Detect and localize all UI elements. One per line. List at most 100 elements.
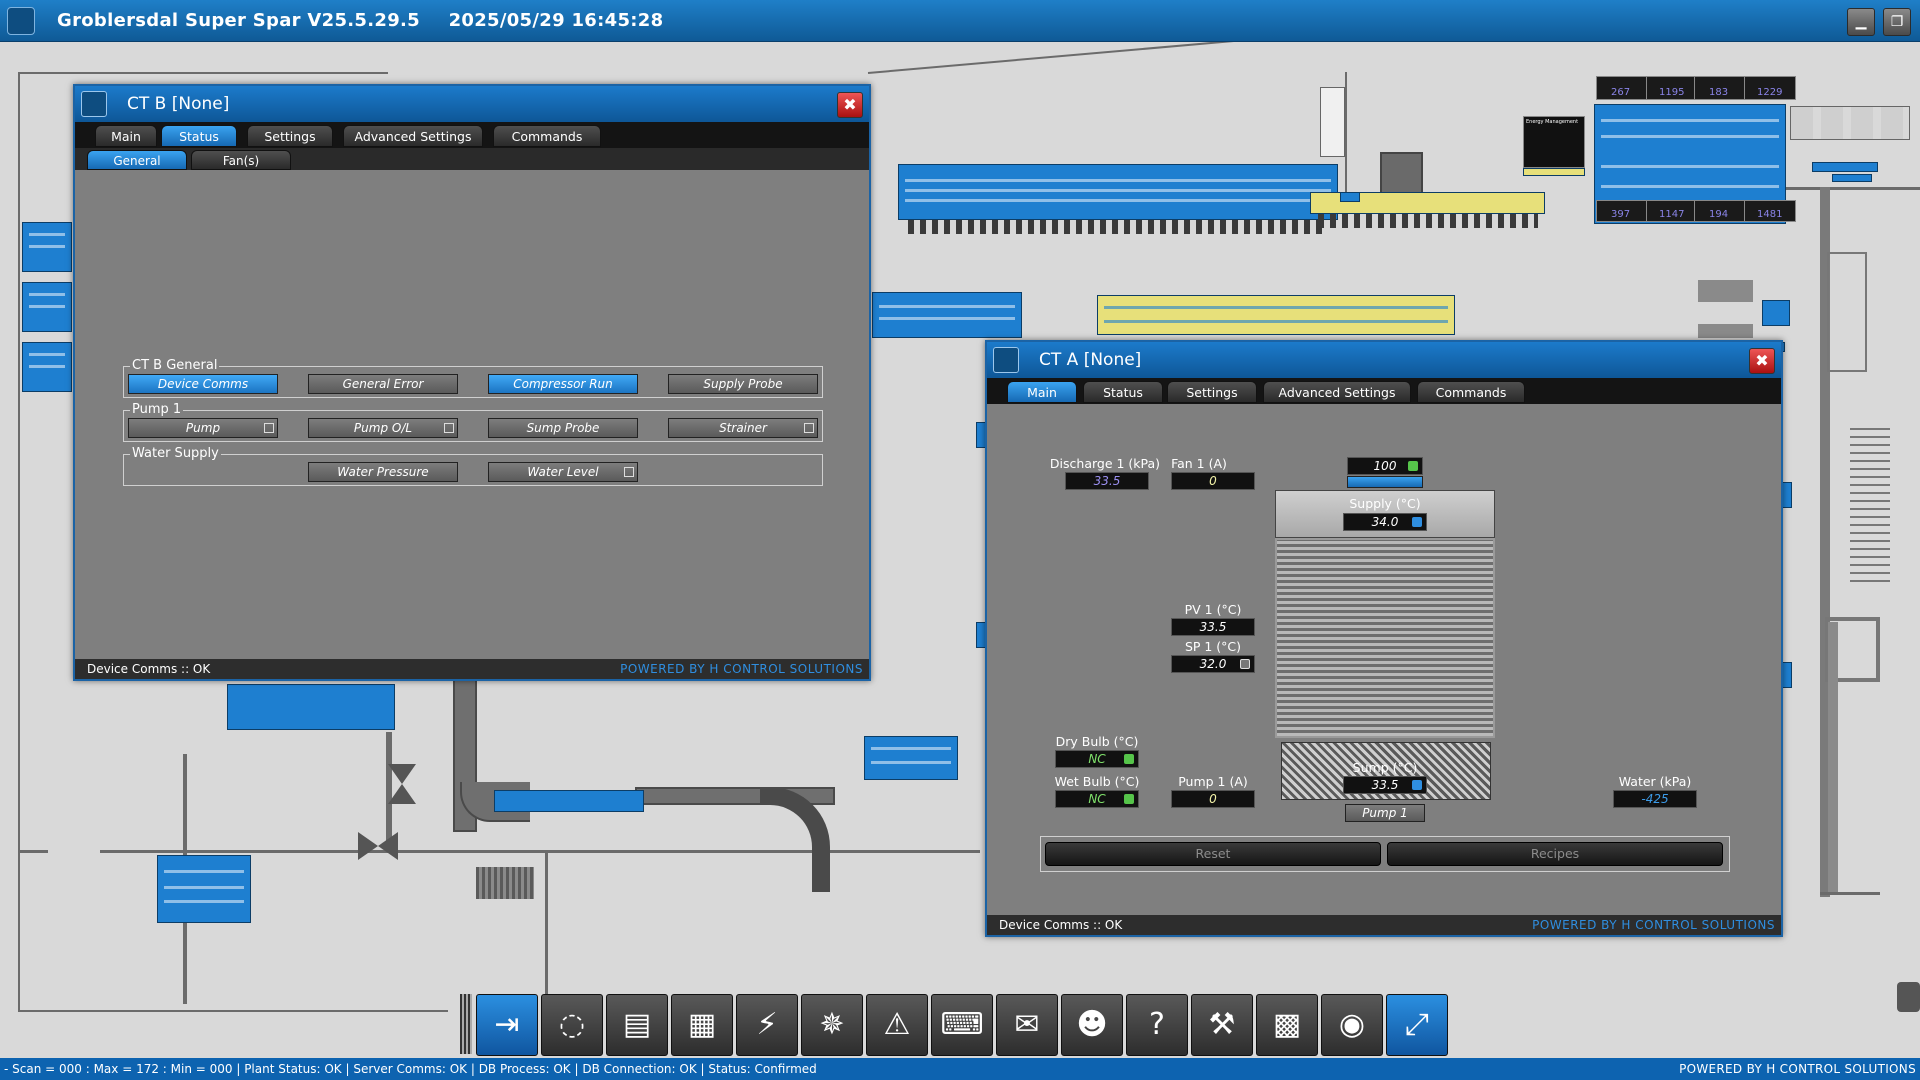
pv-1-value: 33.5 [1171,618,1255,636]
ct-b-tab-status[interactable]: Status [161,125,237,147]
dock-grip[interactable] [460,994,472,1054]
expand-icon[interactable]: ⤢ [1386,994,1448,1056]
wall [18,72,20,1012]
sp-1-value[interactable]: 32.0 [1171,655,1255,673]
ct-b-header: CT B [None] ✖ [75,86,869,122]
liquid-level[interactable] [1832,174,1872,182]
cold-room-bank[interactable] [898,164,1338,220]
device-panel[interactable] [22,282,72,332]
ct-b-tab-commands[interactable]: Commands [493,125,601,147]
lightning-icon[interactable]: ⚡ [736,994,798,1056]
refresh-icon[interactable]: ◌ [541,994,603,1056]
app-logo-icon[interactable] [7,7,35,35]
sump-value[interactable]: 33.5 [1343,776,1427,794]
pump-ol-indicator: Pump O/L [308,418,458,438]
pump-1-button[interactable]: Pump 1 [1345,804,1425,822]
condensers[interactable] [1790,106,1910,140]
wet-bulb-status-icon [1124,794,1134,804]
energy-management-panel[interactable]: Energy Management [1523,116,1585,168]
help-icon[interactable]: ? [1126,994,1188,1056]
rack-b-discharge[interactable]: 1147 [1646,200,1698,222]
rack-c-discharge[interactable]: 1229 [1744,76,1796,100]
sp-1-edit-icon[interactable] [1240,659,1250,669]
ct-pressure-pump[interactable] [1812,162,1878,172]
fan-icon[interactable]: ✵ [801,994,863,1056]
login-icon[interactable]: ⇥ [476,994,538,1056]
wall [1345,72,1347,192]
sump-probe-indicator: Sump Probe [488,418,638,438]
device-panel[interactable] [864,736,958,780]
water-level-checkbox[interactable] [624,467,634,477]
device[interactable] [1782,662,1792,688]
rack-d-discharge[interactable]: 1481 [1744,200,1796,222]
system-status-text: - Scan = 000 : Max = 172 : Min = 000 | P… [4,1062,817,1076]
freezer-room[interactable] [872,292,1022,338]
fan-speed-value[interactable]: 100 [1347,457,1423,475]
device[interactable] [1340,192,1360,202]
water-level-indicator: Water Level [488,462,638,482]
ct-b-tab-main[interactable]: Main [95,125,157,147]
ct-b-close-button[interactable]: ✖ [837,92,863,118]
minimize-button[interactable]: ▁ [1847,8,1875,36]
rack-a-suction[interactable]: 267 [1596,76,1648,100]
device-panel[interactable] [157,855,251,923]
ct-a-tab-advanced-settings[interactable]: Advanced Settings [1263,381,1411,403]
sump-text: 33.5 [1371,778,1399,792]
dry-bulb-label: Dry Bulb (°C) [1055,734,1139,749]
ct-a-tab-settings[interactable]: Settings [1167,381,1257,403]
ct-b-subtab-general[interactable]: General [87,150,187,170]
device[interactable] [1762,300,1790,326]
ct-a-close-button[interactable]: ✖ [1749,348,1775,374]
app-name: Groblersdal Super Spar V25.5.29.5 [57,10,420,31]
island-cabinets[interactable] [1097,295,1455,335]
supply-value[interactable]: 34.0 [1343,513,1427,531]
qr-code-icon[interactable]: ▩ [1256,994,1318,1056]
device-strip[interactable] [494,790,644,812]
wall [18,1010,448,1012]
save-icon[interactable]: ▤ [606,994,668,1056]
strainer-checkbox[interactable] [804,423,814,433]
strainer-indicator: Strainer [668,418,818,438]
device-panel[interactable] [22,342,72,392]
alarm-icon[interactable]: ⚠ [866,994,928,1056]
evaporator-fans [1318,214,1538,228]
supply-text: 34.0 [1371,515,1399,529]
sp-1-text: 32.0 [1199,657,1227,671]
calendar-icon[interactable]: ▦ [671,994,733,1056]
device-panel[interactable] [22,222,72,272]
ct-a-tab-commands[interactable]: Commands [1417,381,1525,403]
status-powered-by: POWERED BY H CONTROL SOLUTIONS [1679,1062,1916,1076]
ct-b-tab-settings[interactable]: Settings [247,125,333,147]
water-level-indicator-wrap: Water Level [488,462,638,482]
app-title-bar: Groblersdal Super Spar V25.5.29.5 2025/0… [0,0,1920,42]
pump-checkbox[interactable] [264,423,274,433]
ct-b-tab-advanced-settings[interactable]: Advanced Settings [343,125,483,147]
ct-b-subtab-fans[interactable]: Fan(s) [191,150,291,170]
wall-door [1320,87,1345,157]
water-pressure-value: -425 [1613,790,1697,808]
grille [476,867,534,899]
rack-d-suction[interactable]: 194 [1694,200,1746,222]
reset-button[interactable]: Reset [1045,842,1381,866]
ct-a-header: CT A [None] ✖ [987,342,1781,378]
ct-a-tab-main[interactable]: Main [1007,381,1077,403]
side-handle[interactable] [1897,982,1920,1012]
fan-speed-text: 100 [1373,459,1397,473]
mail-icon[interactable]: ✉ [996,994,1058,1056]
rack-a-discharge[interactable]: 1195 [1646,76,1698,100]
rack-c-suction[interactable]: 183 [1694,76,1746,100]
keyboard-icon[interactable]: ⌨ [931,994,993,1056]
tools-icon[interactable]: ⚒ [1191,994,1253,1056]
user-settings-icon[interactable]: ☻ [1061,994,1123,1056]
device[interactable] [1782,482,1792,508]
pump-ol-checkbox[interactable] [444,423,454,433]
tower-fill-media [1275,538,1495,738]
eye-icon[interactable]: ◉ [1321,994,1383,1056]
app-datetime: 2025/05/29 16:45:28 [448,10,664,31]
restore-button[interactable]: ❐ [1883,8,1911,36]
ct-a-tab-status[interactable]: Status [1083,381,1163,403]
wet-bulb-value: NC [1055,790,1139,808]
rack-b-suction[interactable]: 397 [1596,200,1648,222]
recipes-button[interactable]: Recipes [1387,842,1723,866]
sp-1-label: SP 1 (°C) [1184,639,1242,654]
